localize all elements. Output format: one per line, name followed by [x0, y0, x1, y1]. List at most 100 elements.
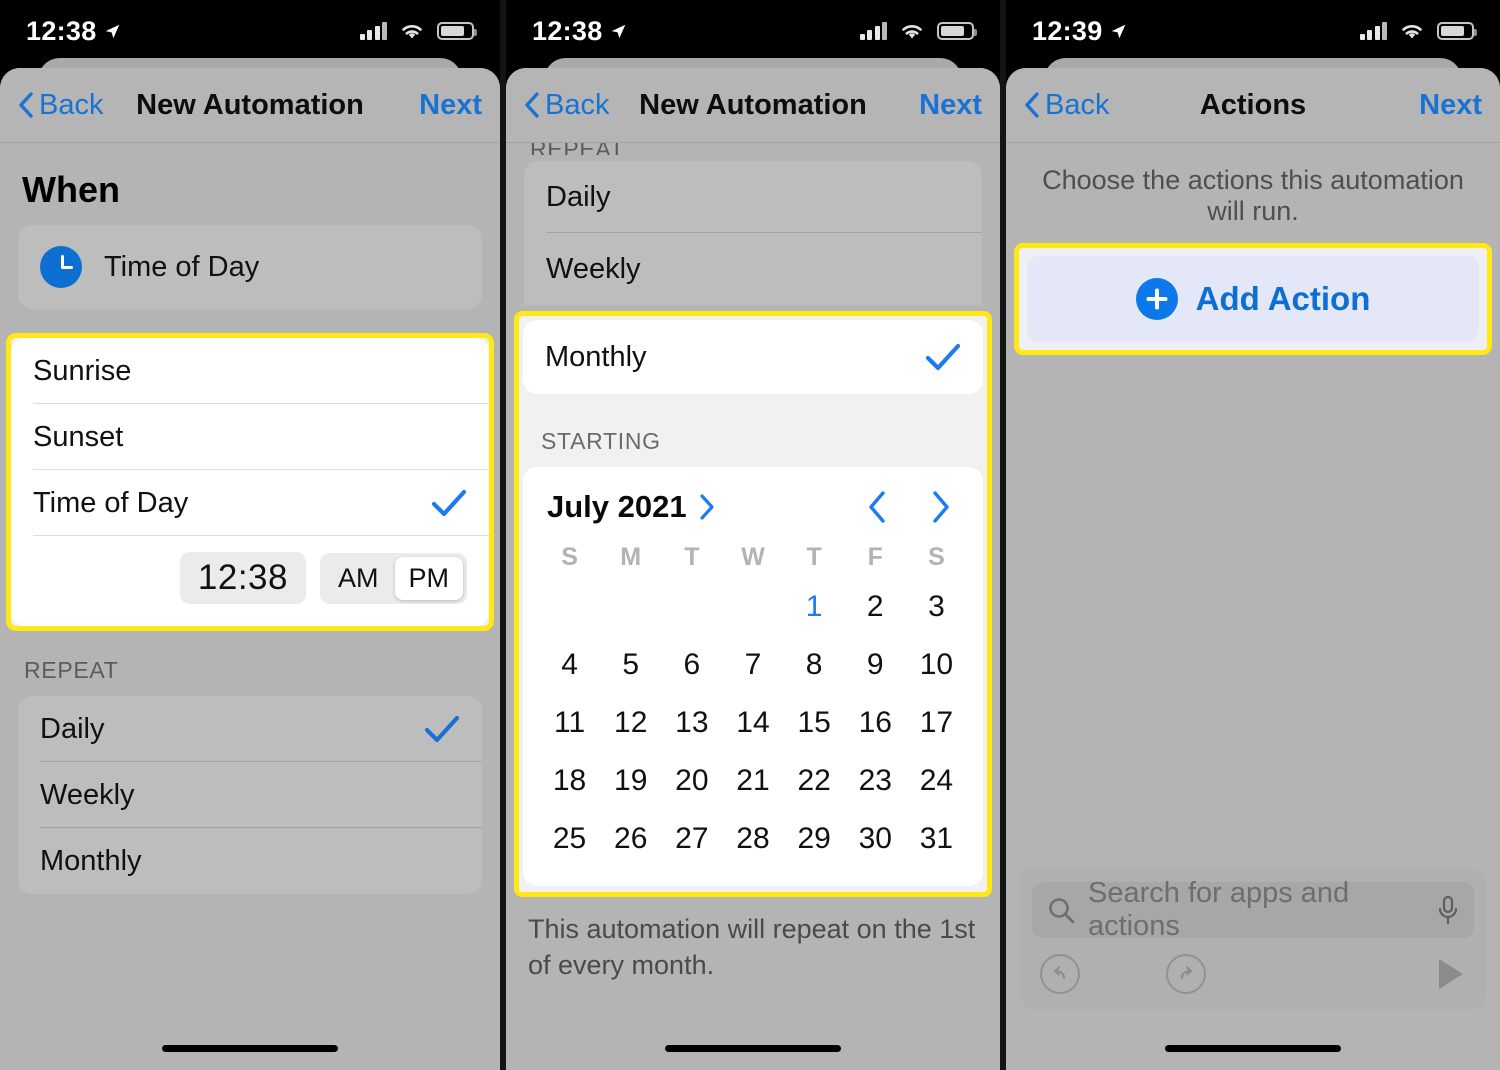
calendar-blank-cell: [661, 578, 722, 636]
calendar-day-31[interactable]: 31: [906, 810, 967, 868]
back-button[interactable]: Back: [524, 89, 609, 122]
option-label: Monthly: [545, 340, 647, 373]
calendar-day-24[interactable]: 24: [906, 752, 967, 810]
next-button[interactable]: Next: [419, 89, 482, 122]
calendar-nav: [867, 490, 959, 524]
calendar-day-label: 11: [553, 706, 586, 739]
repeat-option-weekly[interactable]: Weekly: [524, 233, 982, 305]
automation-sheet: Back New Automation Next REPEAT Daily We…: [506, 68, 1000, 1070]
calendar-day-2[interactable]: 2: [845, 578, 906, 636]
trigger-row-time-of-day[interactable]: Time of Day: [18, 225, 482, 309]
search-icon: [1049, 898, 1075, 924]
status-bar-right: [859, 21, 977, 41]
meridiem-segmented-control[interactable]: AM PM: [320, 552, 467, 604]
status-bar-left: 12:39: [1032, 16, 1127, 47]
time-options-highlight: Sunrise Sunset Time of Day 12:38 AM PM: [6, 333, 494, 631]
back-button[interactable]: Back: [1024, 89, 1109, 122]
calendar-day-label: 8: [805, 648, 823, 681]
calendar-grid[interactable]: S M T W T F S 1 2 3 4 5 6 7 8 9 10 11 12 13 14 15 16 17 18 19 20 21…: [539, 531, 967, 868]
calendar-day-22[interactable]: 22: [784, 752, 845, 810]
calendar-day-23[interactable]: 23: [845, 752, 906, 810]
battery-icon: [1437, 22, 1477, 40]
search-placeholder: Search for apps and actions: [1088, 877, 1350, 942]
microphone-icon[interactable]: [1436, 894, 1460, 926]
month-year-label: July 2021: [547, 489, 687, 524]
option-label: Daily: [40, 712, 105, 745]
repeat-option-daily[interactable]: Daily: [18, 696, 482, 762]
calendar-day-25[interactable]: 25: [539, 810, 600, 868]
option-label: Sunrise: [33, 354, 132, 387]
repeat-option-monthly[interactable]: Monthly: [523, 320, 983, 394]
sheet-body: When Time of Day Sunrise Sunset Time of …: [0, 143, 500, 1070]
calendar-day-20[interactable]: 20: [661, 752, 722, 810]
add-action-button[interactable]: Add Action: [1027, 256, 1479, 342]
next-button[interactable]: Next: [919, 89, 982, 122]
repeat-section-header: REPEAT: [506, 143, 1000, 155]
calendar-day-label: 24: [919, 764, 954, 797]
calendar-day-label: 29: [797, 822, 831, 855]
calendar-day-19[interactable]: 19: [600, 752, 661, 810]
option-sunrise[interactable]: Sunrise: [11, 338, 489, 404]
back-button[interactable]: Back: [18, 89, 103, 122]
next-button[interactable]: Next: [1419, 89, 1482, 122]
calendar-day-26[interactable]: 26: [600, 810, 661, 868]
calendar-day-label: 12: [614, 706, 648, 739]
location-arrow-icon: [105, 24, 119, 38]
calendar-blank-cell: [722, 578, 783, 636]
trigger-card: Time of Day: [18, 225, 482, 309]
calendar-day-14[interactable]: 14: [722, 694, 783, 752]
calendar-day-4[interactable]: 4: [539, 636, 600, 694]
calendar-day-15[interactable]: 15: [784, 694, 845, 752]
calendar-day-8[interactable]: 8: [784, 636, 845, 694]
calendar-day-label: 15: [797, 706, 831, 739]
calendar-day-16[interactable]: 16: [845, 694, 906, 752]
calendar-day-11[interactable]: 11: [539, 694, 600, 752]
calendar-day-label: 4: [561, 648, 578, 681]
calendar-day-10[interactable]: 10: [906, 636, 967, 694]
calendar-day-13[interactable]: 13: [661, 694, 722, 752]
chevron-left-icon: [19, 92, 33, 118]
calendar-day-6[interactable]: 6: [661, 636, 722, 694]
calendar-day-3[interactable]: 3: [906, 578, 967, 636]
option-sunset[interactable]: Sunset: [11, 404, 489, 470]
calendar-day-5[interactable]: 5: [600, 636, 661, 694]
undo-icon[interactable]: [1040, 954, 1080, 994]
home-indicator: [162, 1045, 338, 1052]
redo-icon[interactable]: [1166, 954, 1206, 994]
calendar-day-label: 16: [858, 706, 892, 739]
calendar-day-label: 6: [683, 648, 701, 681]
cellular-signal-icon: [1359, 22, 1387, 40]
calendar-day-29[interactable]: 29: [784, 810, 845, 868]
back-label: Back: [39, 88, 104, 121]
calendar-day-label: 23: [858, 764, 892, 797]
calendar-day-21[interactable]: 21: [722, 752, 783, 810]
meridiem-am[interactable]: AM: [324, 557, 393, 600]
calendar-day-7[interactable]: 7: [722, 636, 783, 694]
calendar-day-9[interactable]: 9: [845, 636, 906, 694]
meridiem-pm[interactable]: PM: [394, 556, 463, 600]
repeat-option-daily[interactable]: Daily: [524, 161, 982, 233]
calendar-day-12[interactable]: 12: [600, 694, 661, 752]
search-input[interactable]: Search for apps and actions: [1032, 877, 1474, 942]
next-month-icon[interactable]: [931, 490, 951, 524]
option-label: Sunset: [33, 420, 124, 453]
calendar-day-28[interactable]: 28: [722, 810, 783, 868]
calendar-day-27[interactable]: 27: [661, 810, 722, 868]
month-year-button[interactable]: July 2021: [547, 489, 715, 525]
calendar-day-18[interactable]: 18: [539, 752, 600, 810]
option-label: Weekly: [546, 252, 641, 285]
time-value-field[interactable]: 12:38: [179, 552, 306, 604]
status-bar: 12:38: [0, 0, 500, 62]
phone-panel-1: 12:38 Back New Automation Next When Time…: [0, 0, 500, 1070]
previous-month-icon[interactable]: [867, 490, 887, 524]
repeat-option-monthly[interactable]: Monthly: [18, 828, 482, 894]
option-time-of-day[interactable]: Time of Day: [11, 470, 489, 536]
calendar-day-17[interactable]: 17: [906, 694, 967, 752]
repeat-option-weekly[interactable]: Weekly: [18, 762, 482, 828]
calendar-day-30[interactable]: 30: [845, 810, 906, 868]
calendar-day-1[interactable]: 1: [784, 578, 845, 636]
status-time: 12:38: [532, 15, 603, 46]
option-label: Time of Day: [33, 486, 189, 519]
play-icon[interactable]: [1434, 956, 1466, 992]
calendar-dow-3: W: [741, 543, 765, 571]
